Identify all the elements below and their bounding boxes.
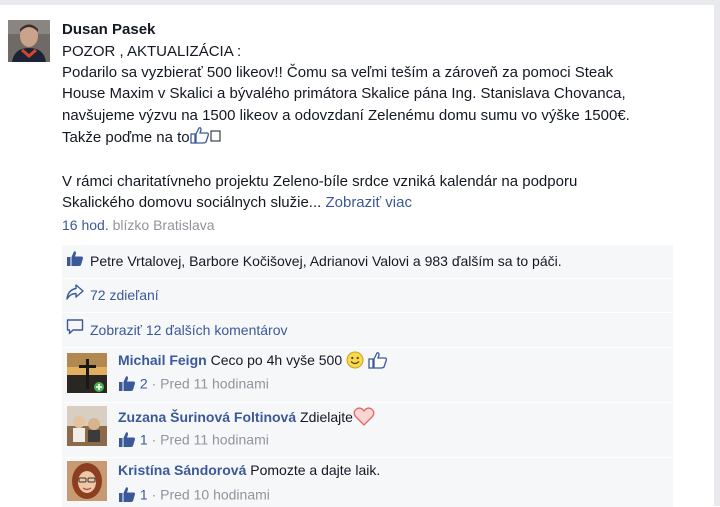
unknown-glyph-icon [210,127,221,148]
comment-time[interactable]: Pred 10 hodinami [160,487,270,503]
shares-link[interactable]: 72 zdieľaní [90,287,159,303]
post-line-text: Takže poďme na to [62,128,190,146]
like-icon[interactable] [118,486,136,506]
feedback-summary: Petre Vrtalovej, Barbore Kočišovej, Adri… [62,245,673,347]
page-edge [714,0,720,506]
like-icon[interactable] [118,431,136,451]
post-text: POZOR , AKTUALIZÁCIA : Podarilo sa vyzbi… [62,41,682,213]
heart-emoticon-icon [353,407,375,430]
comment-meta: 2 · Pred 11 hodinami [118,375,269,395]
comment-text: Pomozte a dajte laik. [250,462,381,478]
more-comments-link[interactable]: Zobraziť 12 ďalších komentárov [90,322,288,338]
comment-icon [66,318,84,336]
post-line: Podarilo sa vyzbierať 500 likeov!! Čomu … [62,64,614,82]
comment-like-count[interactable]: 2 [140,376,148,392]
comment-body: Zuzana Šurinová Foltinová Zdielajte [118,407,375,430]
comment-body: Kristína Sándorová Pomozte a dajte laik. [118,462,380,478]
comment-time[interactable]: Pred 11 hodinami [160,432,269,448]
likes-text[interactable]: Petre Vrtalovej, Barbore Kočišovej, Adri… [90,253,562,269]
more-comments-row[interactable]: Zobraziť 12 ďalších komentárov [62,312,673,348]
post-timestamp[interactable]: 16 hod. [62,217,109,233]
author-avatar[interactable] [8,20,50,62]
post-location[interactable]: blízko Bratislava [113,217,215,233]
top-divider [0,0,720,5]
post-line: House Maxim v Skalici a bývalého primáto… [62,85,626,103]
see-more-link[interactable]: Zobraziť viac [325,194,411,211]
post-line: POZOR , AKTUALIZÁCIA : [62,43,242,60]
like-icon[interactable] [118,375,136,395]
comment-text: Ceco po 4h vyše 500 [210,352,343,369]
share-icon [66,283,84,301]
comment-item: Zuzana Šurinová Foltinová Zdielajte 1 · … [62,402,673,458]
commenter-avatar[interactable] [67,406,107,446]
thumbs-up-emoticon-icon [368,351,388,372]
comment-like-count[interactable]: 1 [140,487,148,503]
comment-meta: 1 · Pred 10 hodinami [118,486,270,506]
thumbs-up-emoticon-icon [189,126,210,150]
shares-row[interactable]: 72 zdieľaní [62,278,673,312]
commenter-name[interactable]: Michail Feign [118,352,207,368]
post-line-more: Skalického domovu sociálnych služie... Z… [62,192,682,213]
post-line: navšujeme výzvu na 1500 likeov a odovzda… [62,106,630,124]
post-meta: 16 hod. blízko Bratislava [62,217,215,233]
like-icon [66,250,84,268]
post-line-text: Skalického domovu sociálnych služie... [62,194,322,212]
commenter-name[interactable]: Kristína Sándorová [118,462,246,478]
comment-body: Michail Feign Ceco po 4h vyše 500 [118,351,388,372]
comment-like-count[interactable]: 1 [140,432,148,448]
comment-item: Michail Feign Ceco po 4h vyše 500 2 · Pr… [62,347,673,403]
comment-text: Zdielajte [300,409,353,426]
commenter-avatar[interactable] [67,461,107,501]
comment-item: Kristína Sándorová Pomozte a dajte laik.… [62,457,673,507]
post-line-last: Takže poďme na to [62,126,682,150]
comment-time[interactable]: Pred 11 hodinami [160,376,269,392]
post-author[interactable]: Dusan Pasek [62,21,155,38]
post-line: V rámci charitatívneho projektu Zeleno-b… [62,173,578,191]
smile-emoticon-icon [346,351,364,372]
comment-meta: 1 · Pred 11 hodinami [118,431,269,451]
commenter-name[interactable]: Zuzana Šurinová Foltinová [118,409,296,425]
likes-row[interactable]: Petre Vrtalovej, Barbore Kočišovej, Adri… [62,245,673,277]
commenter-avatar[interactable] [67,353,107,393]
